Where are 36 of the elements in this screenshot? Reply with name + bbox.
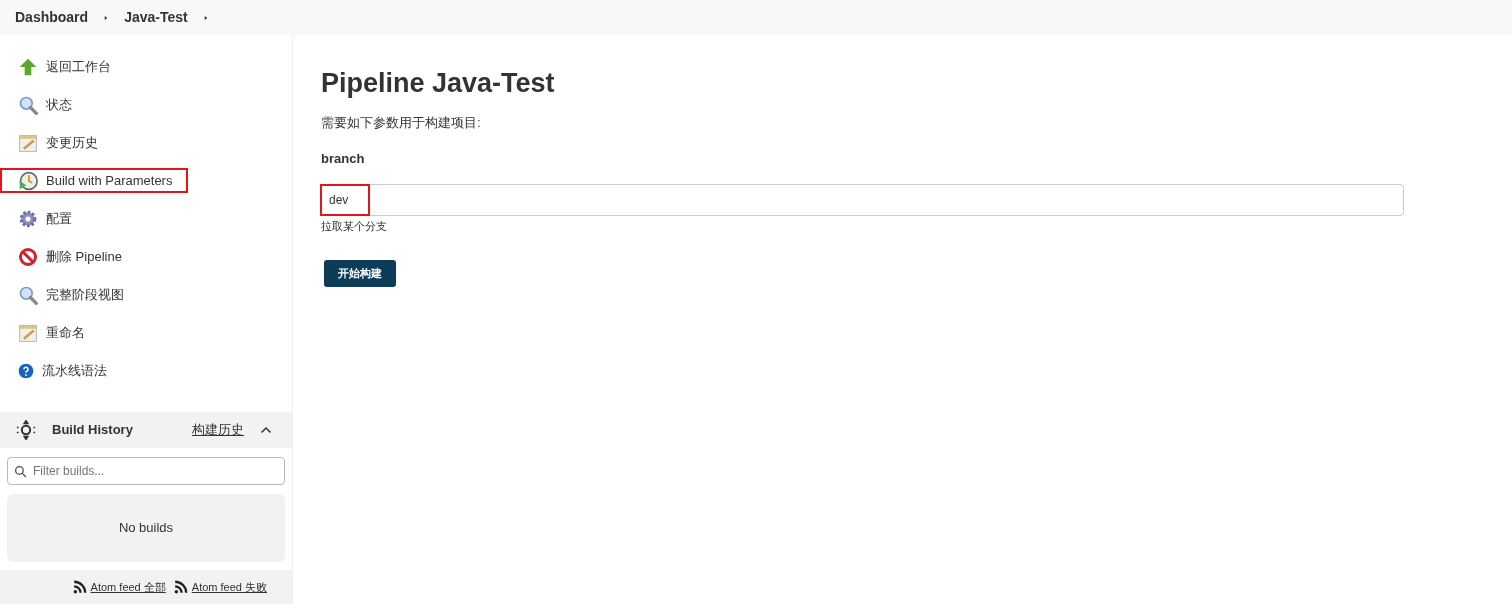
- feed-link[interactable]: Atom feed 全部: [90, 578, 166, 596]
- breadcrumb-link[interactable]: Dashboard: [15, 7, 89, 28]
- sidebar-item[interactable]: 状态: [0, 92, 88, 117]
- parameter-label: branch: [321, 149, 366, 168]
- submit-button[interactable]: 开始构建: [324, 259, 396, 287]
- breadcrumb-link[interactable]: Java-Test: [124, 7, 188, 28]
- empty-message: No builds: [118, 519, 174, 538]
- section-title: Build History: [52, 421, 134, 440]
- magnifier-icon: [18, 284, 38, 305]
- feed-link[interactable]: Atom feed 失败: [191, 578, 267, 596]
- rss-icon: [173, 580, 188, 594]
- no-entry-icon: [18, 246, 38, 267]
- clock-play-icon: [18, 170, 38, 191]
- sidebar-item[interactable]: 完整阶段视图: [0, 282, 140, 307]
- help-icon: [18, 362, 34, 379]
- notepad-icon: [18, 322, 38, 343]
- sidebar-item[interactable]: 重命名: [0, 320, 101, 345]
- sidebar-item[interactable]: Build with Parameters: [0, 168, 189, 193]
- arrow-up-icon: [18, 56, 38, 77]
- sidebar-item[interactable]: 删除 Pipeline: [0, 244, 138, 269]
- sidebar-item[interactable]: 配置: [0, 206, 88, 231]
- gear-icon: [18, 208, 38, 229]
- page-title: Pipeline Java-Test: [321, 67, 556, 100]
- filter-field[interactable]: Filter builds...: [7, 457, 285, 485]
- sidebar-item[interactable]: 返回工作台: [0, 54, 127, 79]
- rss-icon: [72, 580, 87, 594]
- sun-icon: [16, 420, 36, 440]
- collapse-chevron-icon[interactable]: [260, 424, 272, 436]
- description-text: 需要如下参数用于构建项目:: [321, 114, 482, 133]
- search-icon: [14, 465, 27, 478]
- notepad-icon: [18, 132, 38, 153]
- history-link[interactable]: 构建历史: [192, 420, 244, 440]
- sidebar-item[interactable]: 流水线语法: [0, 358, 123, 383]
- help-text: 拉取某个分支: [321, 219, 388, 235]
- sidebar-item[interactable]: 变更历史: [0, 130, 114, 155]
- magnifier-icon: [18, 94, 38, 115]
